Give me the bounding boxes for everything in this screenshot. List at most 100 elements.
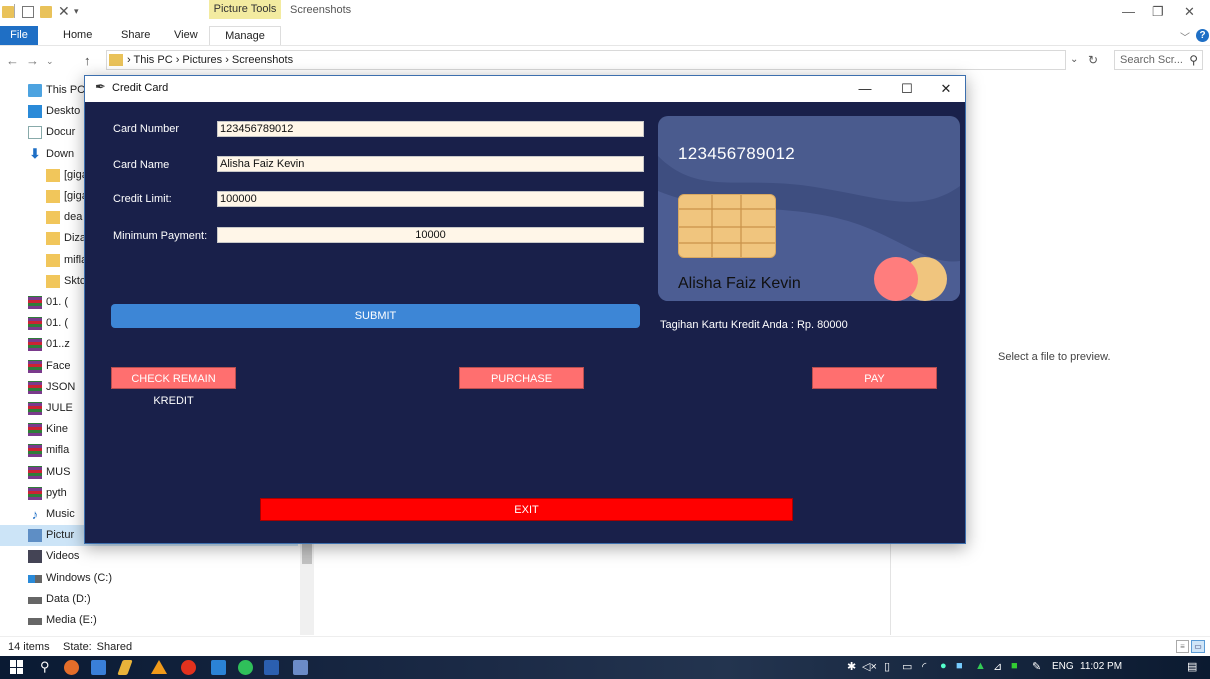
tray-icon[interactable]: ▯ [884, 660, 890, 673]
nav-item-label: Docur [46, 126, 76, 139]
nav-item[interactable]: Media (E:) [0, 610, 298, 631]
pen-icon[interactable]: ✎ [1032, 660, 1041, 673]
language-indicator[interactable]: ENG [1052, 661, 1074, 672]
nav-item-label: JSON [46, 380, 76, 393]
chevron-down-icon[interactable]: ⌄ [1070, 54, 1078, 65]
large-icons-view-icon[interactable]: ▭ [1191, 640, 1205, 653]
tray-icon[interactable]: ■ [956, 660, 963, 672]
tab-home[interactable]: Home [63, 29, 92, 41]
tray-icon[interactable]: ⊿ [993, 660, 1002, 673]
nav-item[interactable]: Videos [0, 546, 298, 567]
submit-button[interactable]: SUBMIT [111, 304, 640, 328]
minimum-payment-input[interactable] [217, 227, 644, 243]
refresh-icon[interactable]: ↻ [1088, 53, 1098, 67]
clock[interactable]: 11:02 PM [1080, 661, 1122, 672]
videos-icon [28, 550, 42, 564]
windows-drive-icon [28, 574, 42, 583]
credit-limit-input[interactable] [217, 191, 644, 207]
new-folder-icon[interactable] [40, 6, 52, 18]
credit-card-preview: 123456789012 Alisha Faiz Kevin [658, 116, 960, 301]
archive-icon [28, 317, 42, 331]
check-remain-kredit-button[interactable]: CHECK REMAIN KREDIT [111, 367, 236, 407]
nav-item[interactable]: Windows (C:) [0, 568, 298, 589]
nav-item-label: Music [46, 508, 75, 520]
bluetooth-icon[interactable]: ✱ [847, 660, 856, 673]
nav-item-label: Data (D:) [46, 592, 91, 605]
wifi-icon[interactable]: ◜ [922, 660, 926, 673]
details-view-icon[interactable]: ≡ [1176, 640, 1189, 653]
divider [14, 4, 15, 18]
up-icon[interactable]: ↑ [84, 53, 91, 68]
close-icon[interactable]: ✕ [1184, 4, 1195, 20]
card-number-input[interactable] [217, 121, 644, 137]
tab-share[interactable]: Share [121, 29, 150, 41]
nav-item-label: JULE [46, 402, 73, 414]
search-input[interactable]: Search Scr... ⚲ [1114, 50, 1203, 70]
maximize-icon[interactable]: ❐ [1152, 4, 1164, 20]
pay-button[interactable]: PAY [812, 367, 937, 389]
chevron-down-icon[interactable]: ﹀ [1180, 29, 1190, 44]
drive-tray-icon[interactable]: ▲ [975, 660, 986, 672]
close-icon[interactable]: ✕ [936, 81, 956, 97]
minimize-icon[interactable]: — [1122, 4, 1135, 19]
battery-icon[interactable]: ▭ [902, 660, 912, 673]
window-title: Screenshots [290, 4, 352, 16]
window-titlebar[interactable]: ✒ Credit Card — ☐ ✕ [85, 76, 965, 102]
vlc-icon[interactable] [151, 660, 167, 674]
volume-icon[interactable]: ◁× [862, 660, 877, 673]
customize-toolbar-icon[interactable]: ▾ [74, 6, 86, 18]
nav-item-label: Pictur [46, 529, 75, 542]
purchase-button[interactable]: PURCHASE [459, 367, 584, 389]
back-icon[interactable]: ← [6, 53, 19, 68]
minimize-icon[interactable]: — [855, 81, 875, 96]
notifications-icon[interactable]: ▤ [1187, 660, 1197, 673]
help-icon[interactable]: ? [1196, 29, 1209, 42]
file-explorer-icon[interactable] [91, 660, 106, 675]
tab-manage[interactable]: Manage [209, 26, 281, 45]
nav-item-label: pyth [46, 486, 67, 499]
card-name-input[interactable] [217, 156, 644, 172]
credit-card-window: ✒ Credit Card — ☐ ✕ Card Number Card Nam… [84, 75, 966, 544]
folder-icon [46, 190, 60, 203]
nav-item[interactable]: Data (D:) [0, 589, 298, 610]
forward-icon[interactable]: → [26, 53, 39, 68]
app-icon[interactable] [117, 660, 133, 675]
breadcrumb[interactable]: › This PC › Pictures › Screenshots [127, 54, 293, 66]
computer-icon [28, 84, 42, 97]
ribbon: File Home Share View Manage ﹀ ? [0, 26, 1210, 46]
folder-icon [46, 211, 60, 225]
app-icon[interactable] [64, 660, 79, 675]
word-icon[interactable] [264, 660, 279, 675]
tray-icon[interactable]: ■ [1011, 660, 1018, 672]
search-icon[interactable]: ⚲ [40, 659, 50, 675]
exit-button[interactable]: EXIT [260, 498, 793, 521]
tray-icon[interactable]: ● [940, 660, 947, 672]
whatsapp-icon[interactable] [238, 660, 253, 675]
bill-summary: Tagihan Kartu Kredit Anda : Rp. 80000 [660, 319, 848, 331]
explorer-titlebar: ✕ ▾ Picture Tools Screenshots — ❐ ✕ [0, 0, 1210, 26]
browser-icon[interactable] [181, 660, 196, 675]
delete-icon[interactable]: ✕ [58, 4, 70, 18]
recent-locations-icon[interactable]: ⌄ [46, 56, 54, 67]
card-name-label: Card Name [113, 159, 170, 171]
archive-icon [28, 402, 42, 415]
vscode-icon[interactable] [211, 660, 226, 675]
address-input[interactable]: › This PC › Pictures › Screenshots [106, 50, 1066, 70]
tab-view[interactable]: View [174, 29, 198, 41]
nav-item-label: mifla [46, 444, 70, 457]
nav-item-label: Face [46, 359, 71, 372]
tab-file[interactable]: File [0, 26, 38, 45]
music-icon: ♪ [31, 507, 39, 522]
nav-item-label: Media (E:) [46, 614, 97, 626]
search-placeholder: Search Scr... [1120, 54, 1183, 66]
card-holder-display: Alisha Faiz Kevin [678, 275, 801, 292]
desktop-icon [28, 105, 42, 119]
chip-icon [678, 194, 776, 258]
archive-icon [28, 296, 42, 309]
archive-icon [28, 444, 42, 458]
windows-start-icon[interactable] [10, 660, 24, 674]
app-icon[interactable] [293, 660, 308, 675]
maximize-icon[interactable]: ☐ [897, 81, 917, 97]
properties-icon[interactable] [22, 6, 34, 18]
nav-item-label: Deskto [46, 105, 81, 118]
